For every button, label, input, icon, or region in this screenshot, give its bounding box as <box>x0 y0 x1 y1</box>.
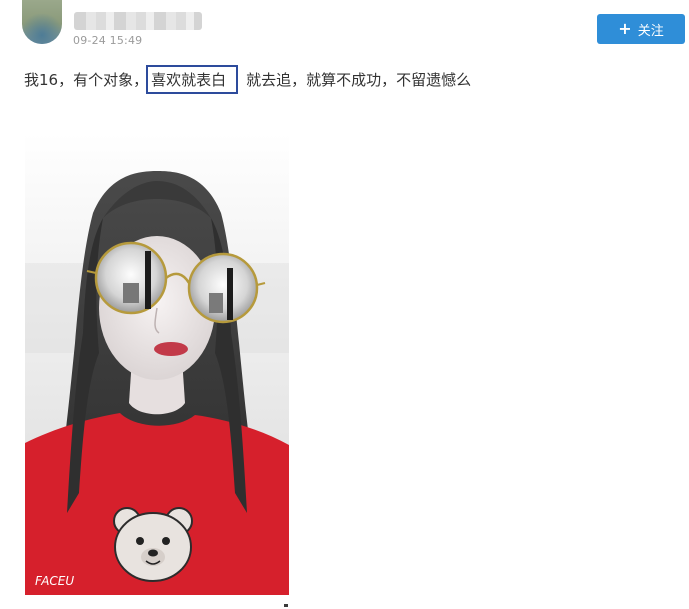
lens-reflection-right-building <box>209 293 223 313</box>
bear-print <box>113 507 193 582</box>
post-text-after: 就去追，就算不成功，不留遗憾么 <box>246 70 472 89</box>
post-card: 09-24 15:49 + 关注 我16，有个对象， 喜欢就表白 就去追，就算不… <box>0 0 689 609</box>
post-text-highlight: 喜欢就表白 <box>146 64 239 94</box>
post-text-before: 我16，有个对象， <box>24 70 149 89</box>
avatar[interactable] <box>22 0 62 44</box>
lens-reflection-right <box>227 268 233 320</box>
follow-button[interactable]: + 关注 <box>597 14 685 44</box>
lens-reflection-left <box>145 251 151 309</box>
post-photo-svg: FACEU <box>25 133 289 595</box>
follow-button-label: 关注 <box>637 23 664 39</box>
photo-watermark: FACEU <box>35 574 74 588</box>
lens-reflection-left-building <box>123 283 139 303</box>
divider-dot <box>284 604 288 607</box>
username-blurred[interactable] <box>74 12 202 30</box>
plus-icon: + <box>618 18 632 38</box>
post-text: 我16，有个对象， 喜欢就表白 就去追，就算不成功，不留遗憾么 <box>24 64 472 94</box>
post-timestamp: 09-24 15:49 <box>73 34 143 47</box>
post-photo[interactable]: FACEU <box>25 133 289 595</box>
lips <box>154 342 188 356</box>
avatar-image <box>22 0 62 44</box>
